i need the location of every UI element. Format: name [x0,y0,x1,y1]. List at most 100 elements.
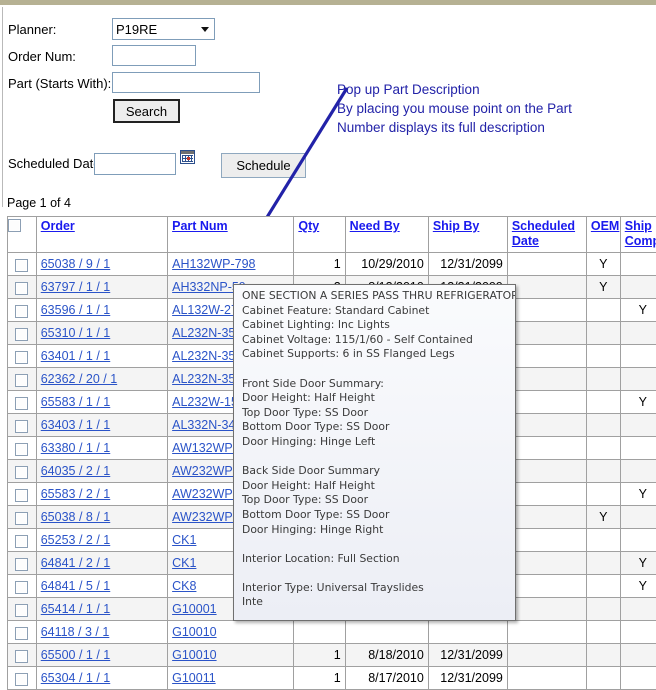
cell-order[interactable]: 63596 / 1 / 1 [36,299,167,322]
select-all-header[interactable] [8,217,37,253]
row-select-cell[interactable] [8,483,37,506]
cell-order[interactable]: 64841 / 5 / 1 [36,575,167,598]
row-select-cell[interactable] [8,345,37,368]
header-order-link[interactable]: Order [41,219,75,234]
header-qty[interactable]: Qty [294,217,345,253]
cell-order-link[interactable]: 65583 / 1 / 1 [41,395,111,409]
cell-order-link[interactable]: 65253 / 2 / 1 [41,533,111,547]
row-checkbox[interactable] [15,282,28,295]
row-checkbox[interactable] [15,581,28,594]
header-part-num[interactable]: Part Num [168,217,294,253]
row-checkbox[interactable] [15,443,28,456]
cell-order[interactable]: 63380 / 1 / 1 [36,437,167,460]
cell-order[interactable]: 63403 / 1 / 1 [36,414,167,437]
cell-order[interactable]: 65304 / 1 / 1 [36,667,167,690]
cell-part-num[interactable]: G10011 [168,667,294,690]
cell-order[interactable]: 63797 / 1 / 1 [36,276,167,299]
row-select-cell[interactable] [8,276,37,299]
row-select-cell[interactable] [8,368,37,391]
cell-order[interactable]: 65310 / 1 / 1 [36,322,167,345]
cell-order-link[interactable]: 64035 / 2 / 1 [41,464,111,478]
cell-part-num-link[interactable]: CK1 [172,533,196,547]
header-sched-date-link[interactable]: Scheduled Date [512,219,582,249]
row-checkbox[interactable] [15,374,28,387]
row-select-cell[interactable] [8,552,37,575]
row-select-cell[interactable] [8,414,37,437]
cell-part-num-link[interactable]: AL232N-35 [172,372,235,386]
cell-order[interactable]: 62362 / 20 / 1 [36,368,167,391]
cell-part-num-link[interactable]: AL232N-35 [172,349,235,363]
planner-select-wrap[interactable]: P19RE [112,18,215,40]
row-checkbox[interactable] [15,351,28,364]
calendar-icon[interactable] [180,150,195,164]
cell-part-num[interactable]: G10010 [168,644,294,667]
cell-order-link[interactable]: 65310 / 1 / 1 [41,326,111,340]
row-select-cell[interactable] [8,621,37,644]
header-order[interactable]: Order [36,217,167,253]
cell-part-num-link[interactable]: AL332N-34 [172,418,235,432]
cell-part-num[interactable]: AH132WP-798 [168,253,294,276]
cell-order-link[interactable]: 63401 / 1 / 1 [41,349,111,363]
cell-order[interactable]: 64118 / 3 / 1 [36,621,167,644]
row-select-cell[interactable] [8,644,37,667]
cell-part-num-link[interactable]: CK1 [172,556,196,570]
cell-part-num-link[interactable]: G10010 [172,648,216,662]
cell-part-num-link[interactable]: CK8 [172,579,196,593]
select-all-checkbox[interactable] [8,219,21,232]
cell-part-num[interactable]: G10010 [168,621,294,644]
cell-order-link[interactable]: 65304 / 1 / 1 [41,671,111,685]
cell-order[interactable]: 65253 / 2 / 1 [36,529,167,552]
row-select-cell[interactable] [8,391,37,414]
cell-order-link[interactable]: 65414 / 1 / 1 [41,602,111,616]
header-qty-link[interactable]: Qty [298,219,319,234]
row-checkbox[interactable] [15,420,28,433]
row-checkbox[interactable] [15,466,28,479]
row-checkbox[interactable] [15,259,28,272]
cell-order-link[interactable]: 63596 / 1 / 1 [41,303,111,317]
row-checkbox[interactable] [15,512,28,525]
row-checkbox[interactable] [15,650,28,663]
header-need-by[interactable]: Need By [345,217,428,253]
cell-part-num-link[interactable]: G10010 [172,625,216,639]
cell-order-link[interactable]: 62362 / 20 / 1 [41,372,117,386]
cell-order-link[interactable]: 63403 / 1 / 1 [41,418,111,432]
row-checkbox[interactable] [15,604,28,617]
header-ship-comp[interactable]: Ship Comp. [620,217,656,253]
header-part-num-link[interactable]: Part Num [172,219,228,234]
header-ship-comp-link[interactable]: Ship Comp. [625,219,656,249]
cell-order-link[interactable]: 64118 / 3 / 1 [41,625,110,639]
cell-order[interactable]: 65500 / 1 / 1 [36,644,167,667]
cell-order[interactable]: 65414 / 1 / 1 [36,598,167,621]
cell-order-link[interactable]: 65038 / 9 / 1 [41,257,111,271]
scheduled-date-input[interactable] [94,153,176,175]
row-select-cell[interactable] [8,575,37,598]
header-oem[interactable]: OEM [586,217,620,253]
order-num-input[interactable] [112,45,196,66]
cell-part-num-link[interactable]: G10001 [172,602,216,616]
cell-order[interactable]: 64035 / 2 / 1 [36,460,167,483]
row-select-cell[interactable] [8,667,37,690]
cell-part-num-link[interactable]: AL232N-35 [172,326,235,340]
row-checkbox[interactable] [15,673,28,686]
row-select-cell[interactable] [8,506,37,529]
header-sched-date[interactable]: Scheduled Date [507,217,586,253]
row-select-cell[interactable] [8,598,37,621]
cell-order-link[interactable]: 63797 / 1 / 1 [41,280,111,294]
cell-order-link[interactable]: 65500 / 1 / 1 [41,648,111,662]
row-checkbox[interactable] [15,305,28,318]
cell-order-link[interactable]: 65038 / 8 / 1 [41,510,111,524]
cell-order-link[interactable]: 64841 / 5 / 1 [41,579,111,593]
header-need-by-link[interactable]: Need By [350,219,400,234]
header-ship-by-link[interactable]: Ship By [433,219,480,234]
row-select-cell[interactable] [8,253,37,276]
row-checkbox[interactable] [15,627,28,640]
cell-part-num-link[interactable]: G10011 [172,671,216,685]
row-checkbox[interactable] [15,397,28,410]
row-checkbox[interactable] [15,558,28,571]
search-button[interactable]: Search [113,99,180,123]
row-checkbox[interactable] [15,535,28,548]
cell-order-link[interactable]: 63380 / 1 / 1 [41,441,111,455]
row-select-cell[interactable] [8,437,37,460]
cell-order[interactable]: 63401 / 1 / 1 [36,345,167,368]
row-select-cell[interactable] [8,460,37,483]
